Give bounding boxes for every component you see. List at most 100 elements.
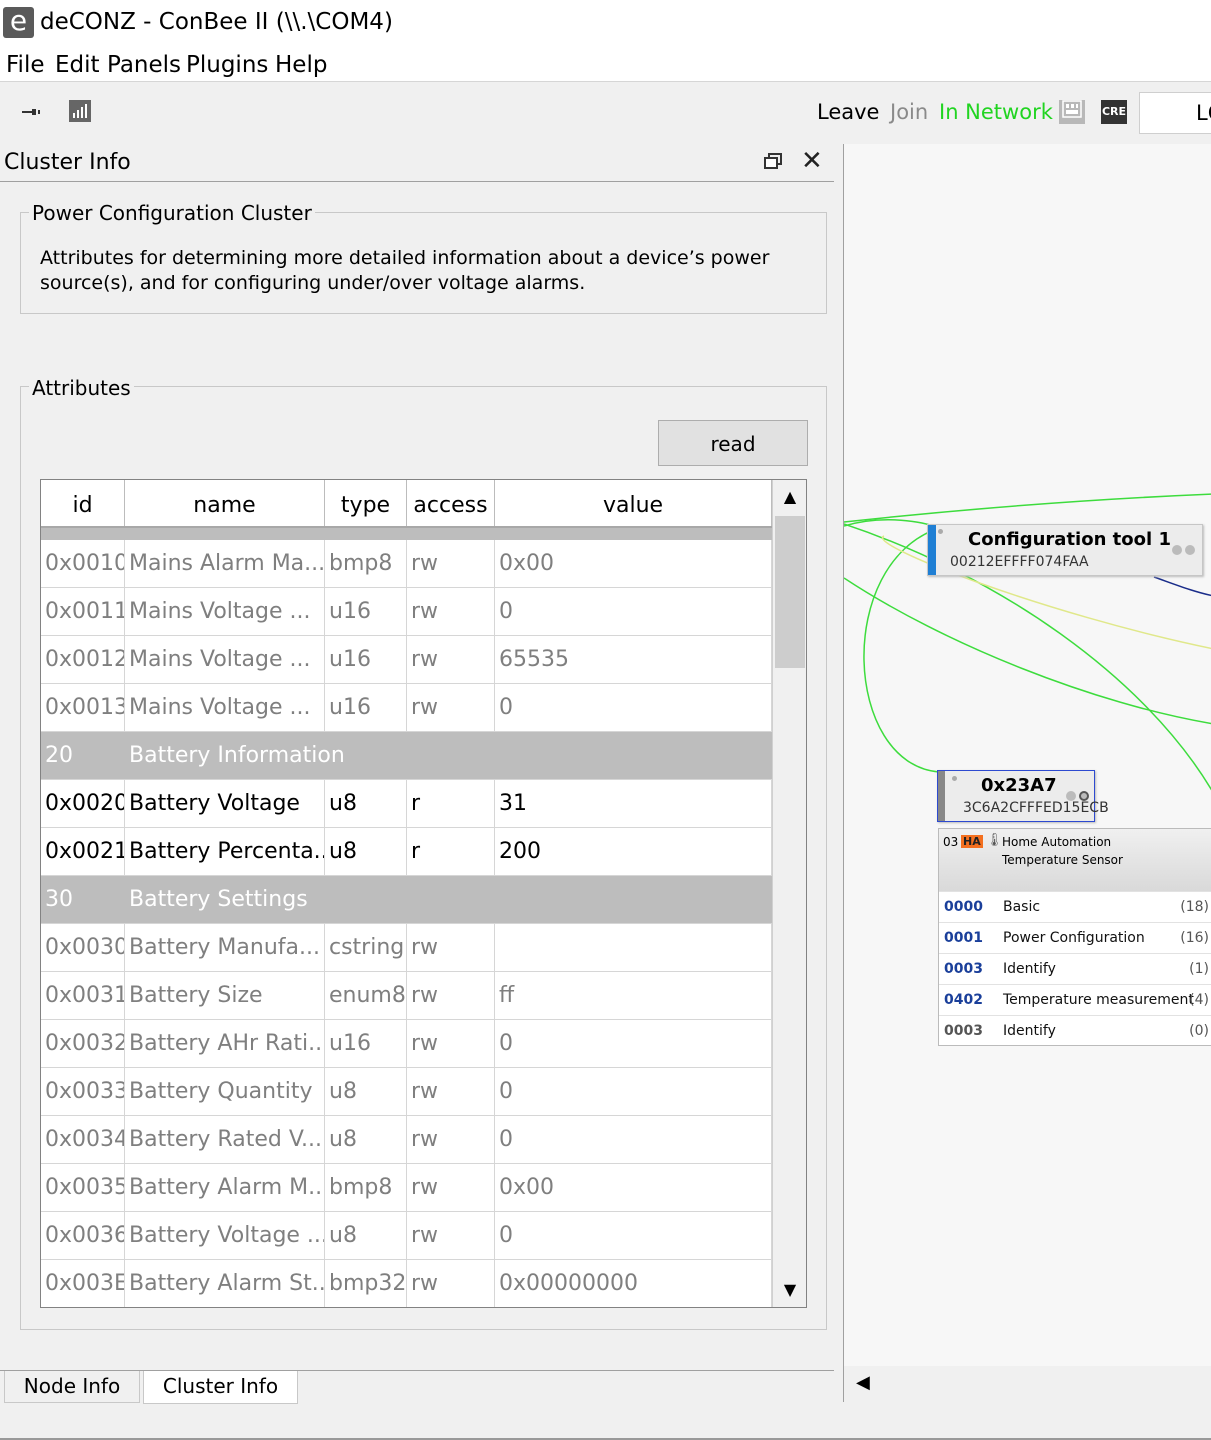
table-row[interactable]: 0x0021 Battery Percenta... u8 r 200 — [41, 828, 772, 876]
cluster-item[interactable]: 0003 Identify (1) — [939, 953, 1211, 984]
endpoint-device: Temperature Sensor — [1002, 853, 1123, 867]
table-row[interactable]: 0x0012 Mains Voltage ... u16 rw 65535 — [41, 636, 772, 684]
table-row[interactable]: 0x0013 Mains Voltage ... u16 rw 0 — [41, 684, 772, 732]
cell-id: 0x0032 — [41, 1020, 125, 1067]
node-port-icon[interactable] — [1172, 545, 1182, 555]
menu-panels[interactable]: Panels — [107, 52, 181, 78]
table-row[interactable]: 0x0035 Battery Alarm M... bmp8 rw 0x00 — [41, 1164, 772, 1212]
cell-name: Battery Voltage ... — [125, 1212, 325, 1259]
view-combo[interactable]: LC — [1139, 92, 1211, 134]
table-row[interactable]: 0x0036 Battery Voltage ... u8 rw 0 — [41, 1212, 772, 1260]
menu-file[interactable]: File — [6, 52, 45, 78]
float-panel-icon[interactable] — [764, 150, 782, 174]
cell-name: Mains Voltage ... — [125, 636, 325, 683]
node-port-icon[interactable] — [1079, 791, 1089, 801]
connect-icon[interactable] — [18, 100, 44, 126]
join-button[interactable]: Join — [890, 100, 928, 124]
tab-cluster-info[interactable]: Cluster Info — [143, 1371, 298, 1404]
node-sensor[interactable]: 0x23A7 3C6A2CFFFED15ECB — [937, 770, 1109, 822]
column-header-access[interactable]: access — [407, 480, 495, 526]
table-scrollbar[interactable]: ▲ ▼ — [772, 480, 806, 1307]
cell-id: 0x0013 — [41, 684, 125, 731]
scroll-down-icon[interactable]: ▼ — [773, 1273, 806, 1307]
cell-value: 200 — [495, 828, 772, 875]
bottom-tab-bar: Node Info Cluster Info — [0, 1370, 834, 1404]
close-panel-icon[interactable]: ✕ — [801, 146, 823, 176]
node-configuration-tool[interactable]: Configuration tool 1 00212EFFFF074FAA — [927, 524, 1203, 576]
device-list-icon[interactable] — [1059, 100, 1085, 124]
cluster-id: 0001 — [944, 930, 983, 946]
menu-plugins[interactable]: Plugins — [186, 52, 268, 78]
cluster-item[interactable]: 0001 Power Configuration (16) — [939, 922, 1211, 953]
cluster-count: (16) — [1180, 930, 1209, 946]
leave-button[interactable]: Leave — [817, 100, 879, 124]
cluster-item[interactable]: 0000 Basic (18) — [939, 891, 1211, 922]
panel-title: Cluster Info — [4, 150, 131, 175]
column-header-value[interactable]: value — [495, 480, 772, 526]
menu-edit[interactable]: Edit — [55, 52, 100, 78]
cell-type: bmp8 — [325, 1164, 407, 1211]
table-row[interactable]: 0x0010 Mains Alarm Ma... bmp8 rw 0x00 — [41, 540, 772, 588]
table-row[interactable]: 0x0032 Battery AHr Rati... u16 rw 0 — [41, 1020, 772, 1068]
cell-name: Battery Size — [125, 972, 325, 1019]
column-header-name[interactable]: name — [125, 480, 325, 526]
table-row[interactable]: 0x0034 Battery Rated V... u8 rw 0 — [41, 1116, 772, 1164]
table-header: id name type access value — [41, 480, 772, 528]
network-graph[interactable]: Configuration tool 1 00212EFFFF074FAA 0x… — [843, 144, 1211, 1402]
cell-name: Battery Manufa... — [125, 924, 325, 971]
column-header-type[interactable]: type — [325, 480, 407, 526]
cluster-count: (4) — [1189, 992, 1209, 1008]
cell-id: 0x0012 — [41, 636, 125, 683]
table-group-row[interactable]: 20 Battery Information — [41, 732, 772, 780]
node-port-icon[interactable] — [1185, 545, 1195, 555]
tab-node-info[interactable]: Node Info — [4, 1371, 140, 1403]
cell-value: 0x00 — [495, 1164, 772, 1211]
cell-type: u8 — [325, 828, 407, 875]
endpoint-panel[interactable]: 03 HA 🌡 Home Automation Temperature Sens… — [938, 828, 1211, 1046]
menu-help[interactable]: Help — [275, 52, 327, 78]
cell-access: rw — [407, 1020, 495, 1067]
cell-id: 30 — [45, 887, 73, 912]
graph-scrollbar[interactable]: ◀ — [844, 1366, 1211, 1402]
cell-type: u16 — [325, 684, 407, 731]
column-header-id[interactable]: id — [41, 480, 125, 526]
scroll-left-icon[interactable]: ◀ — [856, 1372, 870, 1393]
title-bar: e deCONZ - ConBee II (\\.\COM4) — [0, 0, 1211, 46]
cluster-group-label: Power Configuration Cluster — [29, 201, 315, 225]
table-row[interactable]: 0x0030 Battery Manufa... cstring rw — [41, 924, 772, 972]
cell-id: 20 — [45, 743, 73, 768]
table-row[interactable]: 0x0011 Mains Voltage ... u16 rw 0 — [41, 588, 772, 636]
cell-name: Battery Information — [129, 743, 345, 768]
cluster-item[interactable]: 0402 Temperature measurement (4) — [939, 984, 1211, 1015]
cell-type: cstring — [325, 924, 407, 971]
cre-button[interactable]: CRE — [1101, 100, 1127, 124]
table-group-row[interactable]: 30 Battery Settings — [41, 876, 772, 924]
node-color-bar — [928, 525, 936, 575]
node-port-icon[interactable] — [1066, 791, 1076, 801]
table-row[interactable]: 0x0020 Battery Voltage u8 r 31 — [41, 780, 772, 828]
cell-name: Mains Alarm Ma... — [125, 540, 325, 587]
cell-name: Battery Quantity — [125, 1068, 325, 1115]
cell-type: u8 — [325, 1068, 407, 1115]
cluster-id: 0402 — [944, 992, 983, 1008]
cluster-item[interactable]: 0003 Identify (0) — [939, 1015, 1211, 1046]
table-row[interactable]: 0x003E Battery Alarm St... bmp32 rw 0x000000… — [41, 1260, 772, 1307]
table-row[interactable]: 0x0031 Battery Size enum8 rw ff — [41, 972, 772, 1020]
signal-icon[interactable] — [67, 100, 93, 126]
cell-name: Battery AHr Rati... — [125, 1020, 325, 1067]
cluster-count: (0) — [1189, 1023, 1209, 1039]
cell-name: Battery Alarm St... — [125, 1260, 325, 1307]
read-button[interactable]: read — [658, 420, 808, 466]
node-color-bar — [938, 771, 945, 821]
cluster-name: Basic — [1003, 899, 1041, 915]
attributes-group-label: Attributes — [29, 376, 134, 400]
scroll-up-icon[interactable]: ▲ — [773, 480, 806, 514]
cell-access: rw — [407, 540, 495, 587]
cell-value: 0 — [495, 1116, 772, 1163]
table-row[interactable]: 0x0033 Battery Quantity u8 rw 0 — [41, 1068, 772, 1116]
node-title: 0x23A7 — [981, 775, 1057, 796]
scrollbar-thumb[interactable] — [775, 516, 805, 668]
cell-access: rw — [407, 636, 495, 683]
thermometer-icon: 🌡 — [986, 833, 1003, 848]
cell-name: Battery Voltage — [125, 780, 325, 827]
